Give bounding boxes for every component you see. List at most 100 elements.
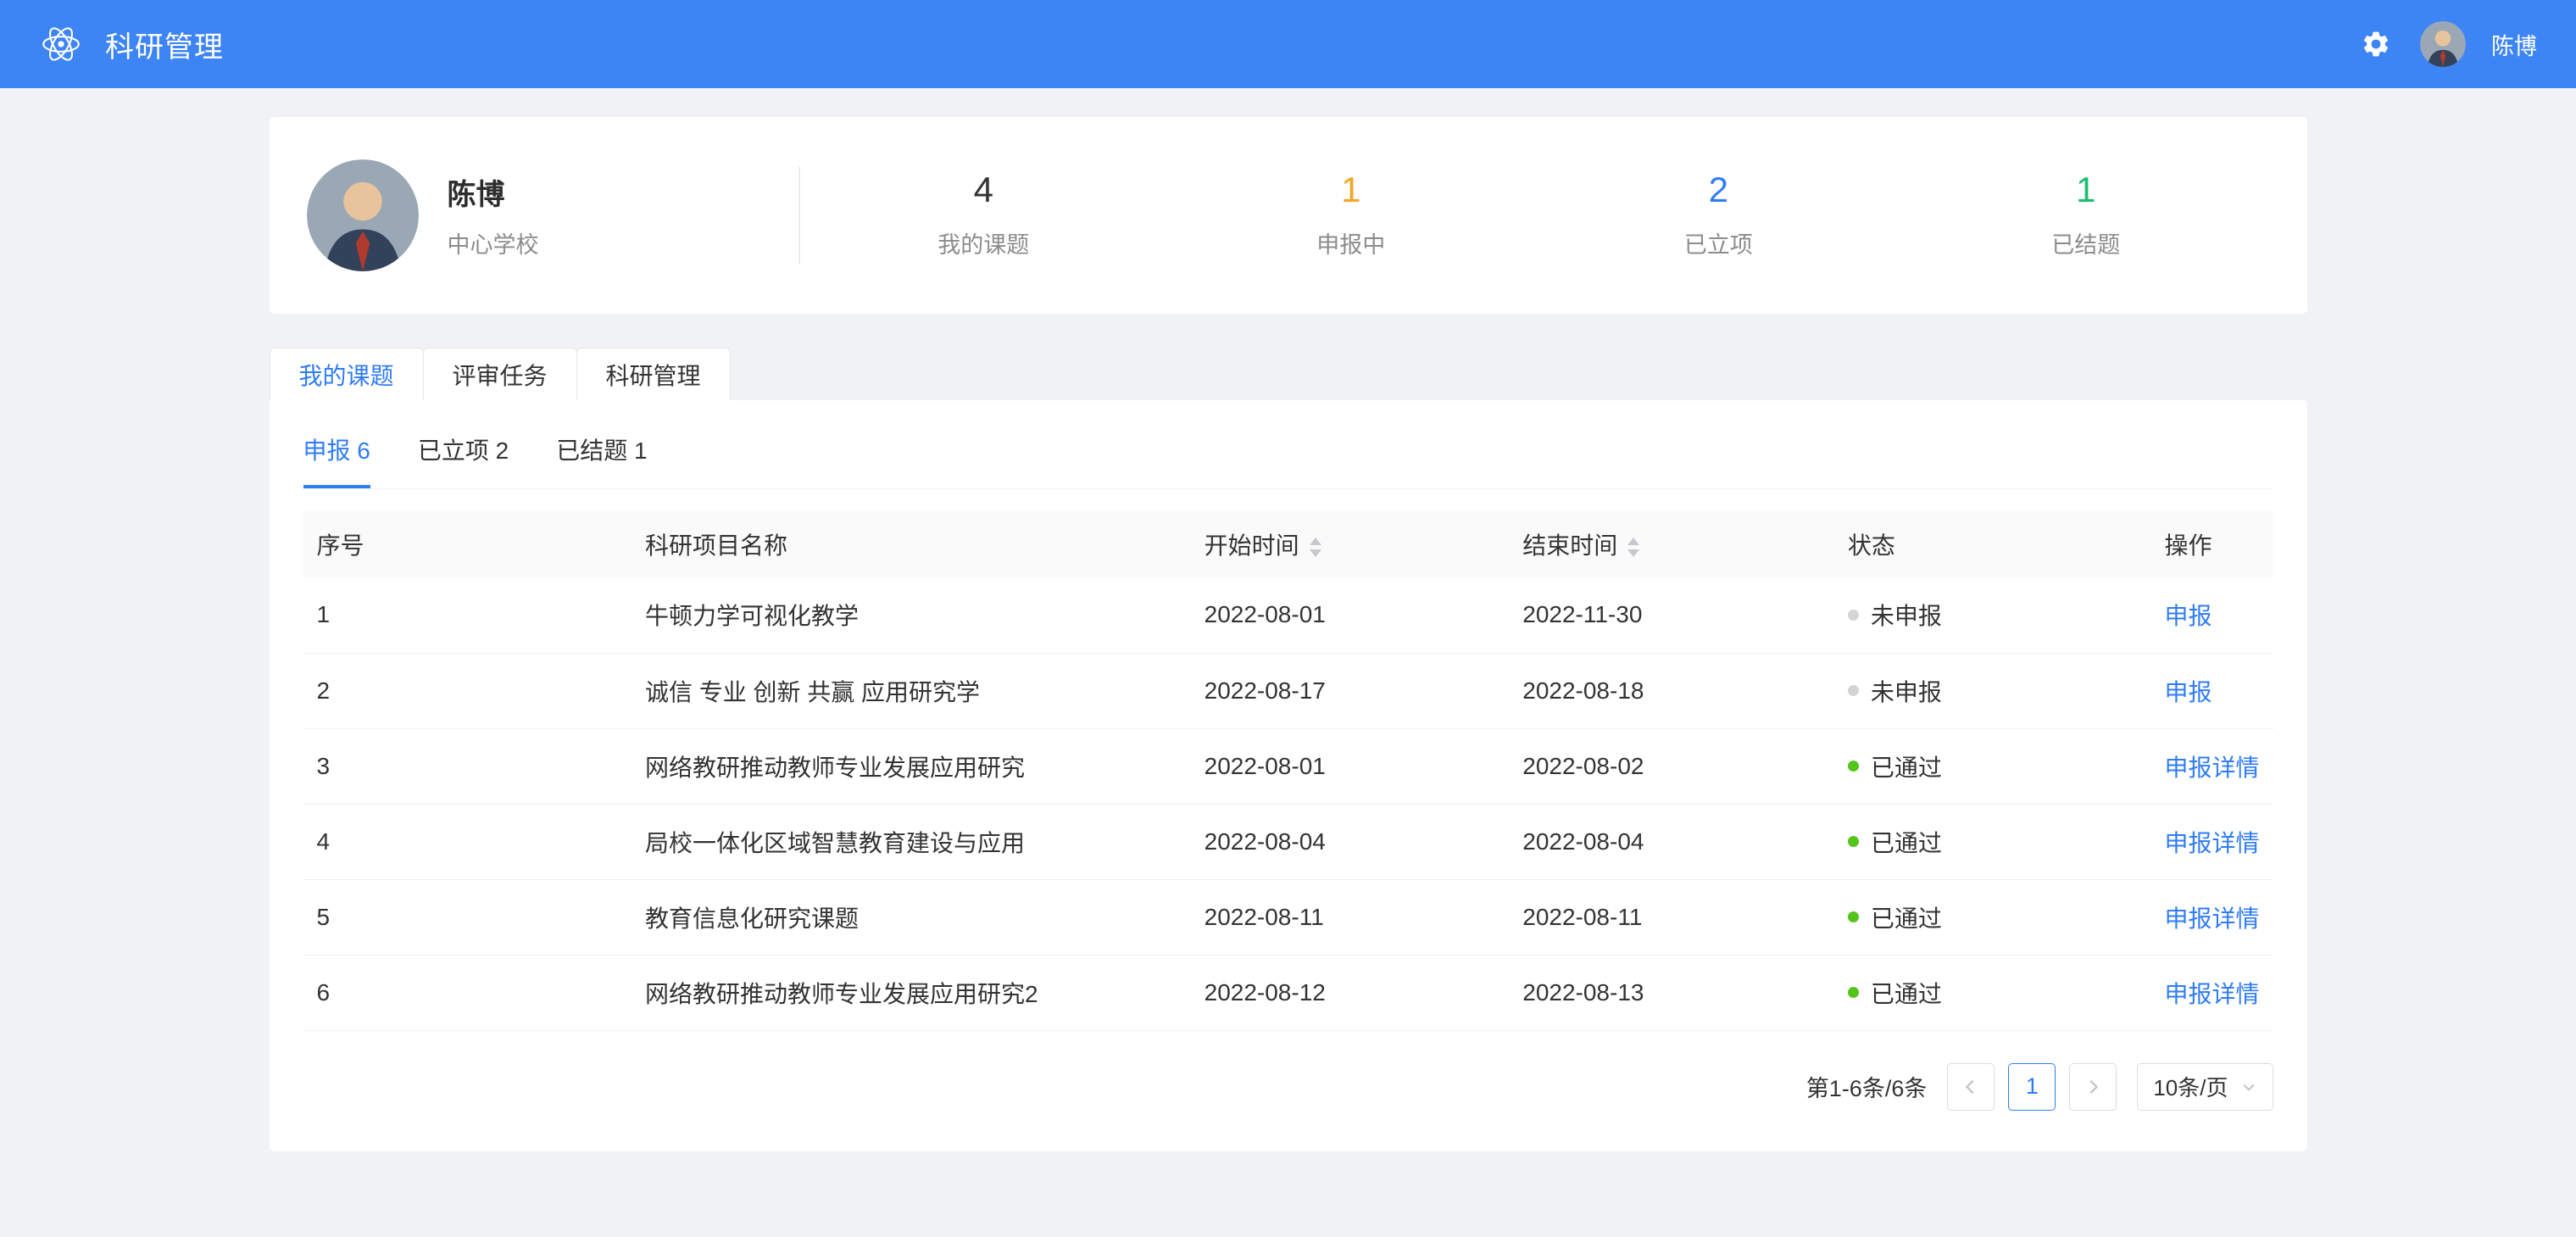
table-row: 1 牛顿力学可视化教学 2022-08-01 2022-11-30 未申报 申报 bbox=[303, 577, 2273, 654]
action-cell: 申报 bbox=[2150, 577, 2273, 654]
stat-approved: 2 已立项 bbox=[1535, 171, 1903, 259]
stat-label: 申报中 bbox=[1316, 231, 1386, 258]
project-name: 局校一体化区域智慧教育建设与应用 bbox=[631, 804, 1191, 880]
start-date: 2022-08-04 bbox=[1190, 804, 1510, 880]
subtab-approved[interactable]: 已立项 2 bbox=[418, 432, 509, 488]
action-link[interactable]: 申报详情 bbox=[2164, 905, 2259, 932]
user-name[interactable]: 陈博 bbox=[2491, 28, 2537, 61]
end-date: 2022-08-13 bbox=[1509, 955, 1834, 1031]
action-cell: 申报详情 bbox=[2150, 879, 2273, 956]
action-cell: 申报详情 bbox=[2150, 804, 2273, 880]
profile-org: 中心学校 bbox=[447, 232, 539, 258]
row-index: 6 bbox=[303, 955, 631, 1031]
chevron-left-icon bbox=[1966, 1079, 1974, 1094]
start-date: 2022-08-01 bbox=[1190, 577, 1510, 654]
end-date: 2022-11-30 bbox=[1509, 577, 1834, 654]
page-number-button[interactable]: 1 bbox=[2008, 1062, 2056, 1111]
start-date: 2022-08-11 bbox=[1190, 879, 1510, 956]
tab-review-tasks[interactable]: 评审任务 bbox=[422, 348, 577, 400]
stat-label: 我的课题 bbox=[937, 231, 1030, 258]
stat-my-projects: 4 我的课题 bbox=[800, 171, 1168, 259]
start-date: 2022-08-17 bbox=[1190, 653, 1510, 729]
status-cell: 未申报 bbox=[1833, 653, 2151, 729]
pagination-summary: 第1-6条/6条 bbox=[1805, 1076, 1928, 1101]
settings-gear-icon[interactable] bbox=[2357, 25, 2395, 63]
status-dot bbox=[1847, 987, 1859, 998]
status-text: 已通过 bbox=[1870, 829, 1942, 856]
status-cell: 已通过 bbox=[1833, 879, 2151, 956]
start-date: 2022-08-01 bbox=[1190, 728, 1510, 805]
action-cell: 申报 bbox=[2150, 653, 2273, 729]
end-date: 2022-08-18 bbox=[1509, 653, 1834, 729]
table-row: 6 网络教研推动教师专业发展应用研究2 2022-08-12 2022-08-1… bbox=[303, 955, 2273, 1031]
col-name: 科研项目名称 bbox=[631, 511, 1191, 577]
status-cell: 已通过 bbox=[1833, 955, 2151, 1031]
content-panel: 申报 6 已立项 2 已结题 1 序号 科研项目名称 开始时间 结束时间 状态 … bbox=[269, 400, 2307, 1151]
project-name: 网络教研推动教师专业发展应用研究 bbox=[631, 728, 1191, 805]
sort-carets-icon[interactable] bbox=[1309, 538, 1321, 558]
action-link[interactable]: 申报详情 bbox=[2164, 755, 2259, 781]
status-cell: 已通过 bbox=[1833, 728, 2151, 805]
project-name: 牛顿力学可视化教学 bbox=[631, 577, 1191, 654]
action-link[interactable]: 申报 bbox=[2164, 603, 2212, 629]
sort-carets-icon[interactable] bbox=[1627, 538, 1640, 558]
stat-finished: 1 已结题 bbox=[1902, 169, 2270, 259]
stat-applying: 1 申报中 bbox=[1167, 169, 1535, 259]
user-avatar[interactable] bbox=[2420, 21, 2466, 67]
subtab-finished[interactable]: 已结题 1 bbox=[556, 432, 647, 488]
subtab-apply[interactable]: 申报 6 bbox=[303, 432, 370, 488]
atom-logo-icon bbox=[39, 22, 83, 66]
col-end-sortable[interactable]: 结束时间 bbox=[1509, 511, 1834, 577]
project-name: 诚信 专业 创新 共赢 应用研究学 bbox=[631, 653, 1191, 729]
app-title: 科研管理 bbox=[105, 31, 224, 64]
status-dot bbox=[1847, 911, 1859, 922]
app-header: 科研管理 陈博 bbox=[0, 0, 2576, 88]
status-cell: 未申报 bbox=[1833, 577, 2151, 654]
header-right: 陈博 bbox=[2357, 21, 2537, 67]
action-link[interactable]: 申报 bbox=[2164, 679, 2212, 705]
end-date: 2022-08-04 bbox=[1509, 804, 1834, 880]
table-row: 2 诚信 专业 创新 共赢 应用研究学 2022-08-17 2022-08-1… bbox=[303, 653, 2273, 729]
action-link[interactable]: 申报详情 bbox=[2164, 981, 2259, 1007]
status-text: 未申报 bbox=[1870, 603, 1942, 630]
end-date: 2022-08-11 bbox=[1509, 879, 1834, 956]
col-index: 序号 bbox=[303, 511, 631, 577]
end-date: 2022-08-02 bbox=[1509, 728, 1834, 805]
stat-label: 已结题 bbox=[2051, 231, 2121, 258]
profile-identity: 陈博 中心学校 bbox=[306, 159, 798, 271]
row-index: 5 bbox=[303, 879, 631, 956]
table-header-row: 序号 科研项目名称 开始时间 结束时间 状态 操作 bbox=[303, 511, 2273, 577]
action-link[interactable]: 申报详情 bbox=[2164, 830, 2259, 856]
status-text: 未申报 bbox=[1870, 678, 1942, 705]
col-start-sortable[interactable]: 开始时间 bbox=[1190, 511, 1510, 577]
status-dot bbox=[1847, 685, 1859, 696]
action-cell: 申报详情 bbox=[2150, 955, 2273, 1031]
profile-avatar bbox=[306, 159, 419, 271]
status-text: 已通过 bbox=[1870, 980, 1942, 1007]
table-row: 4 局校一体化区域智慧教育建设与应用 2022-08-04 2022-08-04… bbox=[303, 804, 2273, 880]
projects-table: 序号 科研项目名称 开始时间 结束时间 状态 操作 1 牛顿力学可视化教学 20 bbox=[303, 511, 2273, 1031]
main-tabs: 我的课题 评审任务 科研管理 bbox=[269, 348, 2307, 400]
profile-card: 陈博 中心学校 4 我的课题 1 申报中 2 已立项 1 已结题 bbox=[269, 117, 2307, 314]
sub-tabs: 申报 6 已立项 2 已结题 1 bbox=[303, 400, 2273, 489]
status-text: 已通过 bbox=[1870, 905, 1942, 932]
status-dot bbox=[1847, 609, 1859, 621]
next-page-button[interactable] bbox=[2069, 1062, 2117, 1111]
status-dot bbox=[1847, 836, 1859, 847]
prev-page-button[interactable] bbox=[1947, 1062, 1995, 1111]
row-index: 1 bbox=[303, 577, 631, 654]
table-row: 3 网络教研推动教师专业发展应用研究 2022-08-01 2022-08-02… bbox=[303, 728, 2273, 805]
row-index: 4 bbox=[303, 804, 631, 880]
project-name: 教育信息化研究课题 bbox=[631, 879, 1191, 956]
stat-value: 1 bbox=[1341, 169, 1361, 209]
tab-my-projects[interactable]: 我的课题 bbox=[269, 348, 424, 400]
pagination: 第1-6条/6条 1 10条/页 bbox=[303, 1031, 2273, 1151]
chevron-right-icon bbox=[2089, 1079, 2099, 1094]
tab-research-admin[interactable]: 科研管理 bbox=[576, 348, 731, 400]
page-size-select[interactable]: 10条/页 bbox=[2137, 1062, 2273, 1111]
action-cell: 申报详情 bbox=[2150, 728, 2273, 805]
col-start-label: 开始时间 bbox=[1204, 532, 1299, 559]
page-size-value: 10条/页 bbox=[2153, 1075, 2228, 1100]
profile-stats: 4 我的课题 1 申报中 2 已立项 1 已结题 bbox=[800, 169, 2270, 259]
stat-value: 1 bbox=[2076, 169, 2096, 209]
